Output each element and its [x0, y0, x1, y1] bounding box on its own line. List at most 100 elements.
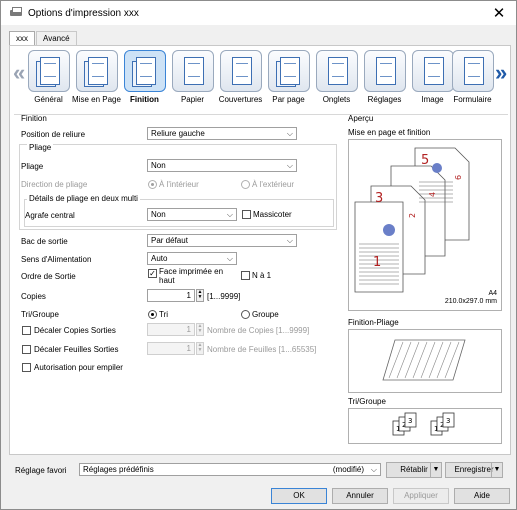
- bac-label: Bac de sortie: [21, 237, 68, 246]
- covers-icon: [219, 50, 262, 92]
- face-imprimee-label-2: haut: [159, 276, 175, 285]
- tab-avance[interactable]: Avancé: [36, 31, 77, 45]
- retablir-button[interactable]: Rétablir ▼: [386, 462, 442, 478]
- pliage-group-title: Pliage: [27, 143, 54, 152]
- direction-outside-label: À l'extérieur: [252, 180, 294, 189]
- finition-pliage-title: Finition-Pliage: [348, 318, 399, 327]
- chevron-down-icon: ⌵: [286, 129, 293, 138]
- tab-panel: « Général Mise en Page Finition Papier C…: [9, 45, 511, 455]
- decaler-copies-input[interactable]: 1: [147, 323, 195, 336]
- decaler-feuilles-input[interactable]: 1: [147, 342, 195, 355]
- tri-option-label: Tri: [159, 310, 169, 319]
- n-a-1-checkbox[interactable]: [241, 271, 250, 280]
- copies-spinner[interactable]: ▲ ▼: [196, 289, 204, 302]
- page-number-5: 5: [421, 153, 429, 168]
- sort-page-3b: 3: [446, 417, 450, 425]
- tri-groupe-label: Tri/Groupe: [21, 310, 59, 319]
- direction-inside-label: À l'intérieur: [159, 180, 199, 189]
- agrafe-select[interactable]: Non ⌵: [147, 208, 237, 221]
- n-a-1-label: N à 1: [252, 271, 272, 280]
- settings-icon: [363, 50, 406, 92]
- window-title: Options d'impression xxx: [28, 7, 139, 19]
- sort-preview-image: 1 2 3 1 2 3: [392, 412, 455, 436]
- apercu-title: Aperçu: [348, 114, 374, 123]
- paper-icon: [171, 50, 214, 92]
- separator: [14, 114, 508, 115]
- sort-preview: 1 2 3 1 2 3: [348, 408, 502, 444]
- favori-select[interactable]: Réglages prédéfinis (modifié) ⌵: [79, 463, 381, 476]
- aide-button[interactable]: Aide: [454, 488, 510, 504]
- groupe-radio[interactable]: [241, 310, 250, 319]
- position-label: Position de reliure: [21, 130, 86, 139]
- bac-select[interactable]: Par défaut ⌵: [147, 234, 297, 247]
- tri-groupe-preview-title: Tri/Groupe: [348, 397, 386, 406]
- autorisation-checkbox[interactable]: [22, 363, 31, 372]
- retablir-dropdown-icon: ▼: [430, 463, 441, 477]
- page-number-2: 2: [408, 213, 417, 218]
- decaler-copies-spinner[interactable]: ▲ ▼: [196, 323, 204, 336]
- chevron-down-icon: ⌵: [286, 236, 293, 245]
- autorisation-label: Autorisation pour empiler: [34, 363, 123, 372]
- print-options-dialog: Options d'impression xxx ✕ xxx Avancé « …: [0, 0, 517, 510]
- scroll-right-icon[interactable]: »: [495, 60, 507, 86]
- per-page-icon: [267, 50, 310, 92]
- enregistrer-button[interactable]: Enregistrer ▼: [445, 462, 503, 478]
- decaler-copies-label: Décaler Copies Sorties: [34, 326, 116, 335]
- general-icon: [27, 50, 70, 92]
- stacked-pages-preview: 5 6 3 4 2 1: [354, 147, 470, 293]
- sens-select[interactable]: Auto ⌵: [147, 252, 237, 265]
- sens-label: Sens d'Alimentation: [21, 255, 92, 264]
- sort-page-3a: 3: [408, 417, 412, 425]
- enregistrer-dropdown-icon: ▼: [491, 463, 502, 477]
- tab-strip: xxx Avancé: [9, 31, 78, 46]
- paper-dims: 210.0x297.0 mm: [444, 298, 497, 305]
- decaler-copies-checkbox[interactable]: [22, 326, 31, 335]
- face-imprimee-label-1: Face imprimée en: [159, 267, 224, 276]
- page-number-3: 3: [375, 191, 383, 206]
- folding-preview-image: [382, 339, 466, 381]
- folding-preview: [348, 329, 502, 393]
- pliage-label: Pliage: [21, 162, 44, 171]
- form-icon: [451, 50, 494, 92]
- image-icon: [411, 50, 454, 92]
- ok-button[interactable]: OK: [271, 488, 327, 504]
- nb-copies-range: Nombre de Copies [1...9999]: [207, 326, 310, 335]
- annuler-button[interactable]: Annuler: [332, 488, 388, 504]
- copies-range: [1...9999]: [207, 292, 241, 301]
- massicoter-label: Massicoter: [253, 210, 292, 219]
- favori-state: (modifié): [332, 465, 364, 474]
- category-form[interactable]: Formulaire: [449, 48, 496, 110]
- mise-en-page-title: Mise en page et finition: [348, 128, 431, 137]
- scroll-left-icon[interactable]: «: [13, 60, 25, 86]
- pliage-select[interactable]: Non ⌵: [147, 159, 297, 172]
- appliquer-button[interactable]: Appliquer: [393, 488, 449, 504]
- printer-icon: [9, 7, 23, 19]
- page-number-1: 1: [373, 255, 381, 270]
- direction-outside-radio[interactable]: [241, 180, 250, 189]
- decaler-feuilles-checkbox[interactable]: [22, 345, 31, 354]
- copies-input[interactable]: 1: [147, 289, 195, 302]
- direction-label: Direction de pliage: [21, 180, 88, 189]
- favori-label: Réglage favori: [15, 466, 67, 475]
- massicoter-checkbox[interactable]: [242, 210, 251, 219]
- agrafe-label: Agrafe central: [25, 211, 75, 220]
- category-icon-bar: « Général Mise en Page Finition Papier C…: [10, 48, 510, 110]
- title-bar: Options d'impression xxx ✕: [1, 1, 516, 25]
- chevron-down-icon: ⌵: [226, 210, 233, 219]
- chevron-down-icon: ⌵: [226, 254, 233, 263]
- face-imprimee-checkbox[interactable]: ✓: [148, 269, 157, 278]
- close-icon[interactable]: ✕: [482, 1, 516, 25]
- groupe-option-label: Groupe: [252, 310, 279, 319]
- paper-size: A4: [488, 290, 497, 297]
- copies-label: Copies: [21, 292, 46, 301]
- page-number-6: 6: [454, 175, 463, 180]
- decaler-feuilles-label: Décaler Feuilles Sorties: [34, 345, 119, 354]
- decaler-feuilles-spinner[interactable]: ▲ ▼: [196, 342, 204, 355]
- tri-radio[interactable]: [148, 310, 157, 319]
- layout-preview: 5 6 3 4 2 1 A4 210.0x297.0 mm: [348, 139, 502, 311]
- chevron-down-icon: ⌵: [286, 161, 293, 170]
- tab-xxx[interactable]: xxx: [9, 31, 35, 46]
- ordre-label: Ordre de Sortie: [21, 272, 76, 281]
- direction-inside-radio[interactable]: [148, 180, 157, 189]
- position-select[interactable]: Reliure gauche ⌵: [147, 127, 297, 140]
